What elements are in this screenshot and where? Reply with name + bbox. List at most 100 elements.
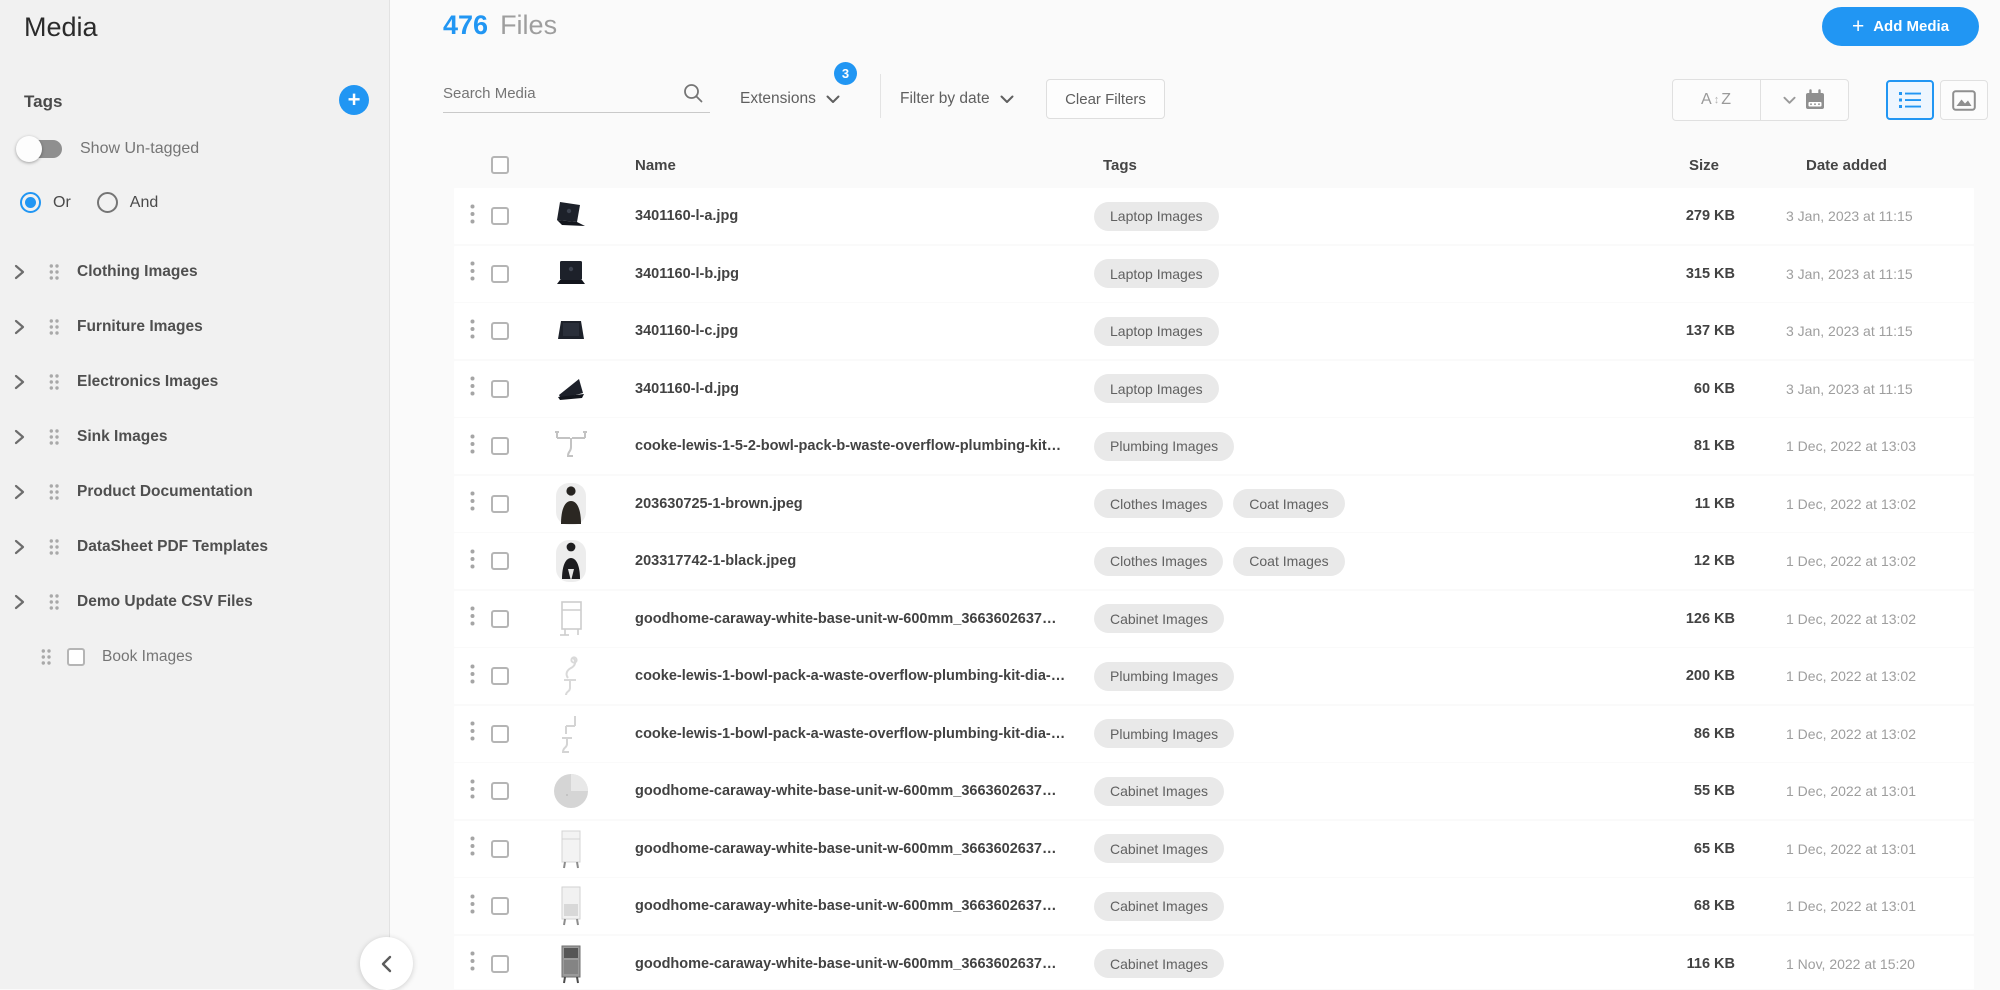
column-header-tags[interactable]: Tags [1079, 157, 1615, 174]
tag-badge[interactable]: Coat Images [1233, 489, 1345, 518]
table-row[interactable]: 3401160-l-b.jpg Laptop Images 315 KB 3 Jan,… [454, 245, 1974, 302]
sidebar-tag-item[interactable]: Demo Update CSV Files [0, 574, 390, 629]
table-row[interactable]: goodhome-caraway-white-base-unit-w-600mm… [454, 763, 1974, 819]
collapse-sidebar-button[interactable] [360, 937, 413, 990]
table-row[interactable]: 3401160-l-d.jpg Laptop Images 60 KB 3 Jan, … [454, 360, 1974, 417]
tag-badge[interactable]: Clothes Images [1094, 546, 1224, 576]
drag-handle-icon[interactable] [49, 428, 59, 446]
table-row[interactable]: 203317742-1-black.jpeg Clothes Images Coat… [454, 533, 1974, 589]
row-checkbox[interactable] [491, 724, 509, 743]
table-row[interactable]: cooke-lewis-1-bowl-pack-a-waste-overflow… [454, 648, 1974, 704]
sort-alphabetical-button[interactable]: A ↕ Z [1673, 80, 1760, 120]
row-checkbox[interactable] [491, 782, 509, 800]
chevron-right-icon[interactable] [14, 594, 28, 610]
file-name[interactable]: cooke-lewis-1-bowl-pack-a-waste-overflow… [621, 668, 1079, 684]
file-name[interactable]: 203630725-1-brown.jpeg [621, 496, 1079, 512]
tag-badge[interactable]: Plumbing Images [1094, 431, 1235, 461]
table-row[interactable]: cooke-lewis-1-5-2-bowl-pack-b-waste-over… [454, 418, 1974, 474]
row-checkbox[interactable] [491, 207, 509, 225]
row-checkbox[interactable] [491, 379, 509, 398]
show-untagged-toggle[interactable] [16, 136, 62, 162]
file-name[interactable]: goodhome-caraway-white-base-unit-w-600mm… [621, 956, 1079, 972]
file-name[interactable]: goodhome-caraway-white-base-unit-w-600mm… [621, 898, 1079, 914]
row-menu-button[interactable] [454, 606, 491, 631]
row-checkbox[interactable] [491, 322, 509, 340]
drag-handle-icon[interactable] [49, 593, 59, 611]
filter-by-date-dropdown[interactable]: Filter by date [900, 84, 1014, 114]
file-name[interactable]: goodhome-caraway-white-base-unit-w-600mm… [621, 611, 1079, 627]
add-tag-button[interactable]: + [339, 85, 369, 115]
chevron-right-icon[interactable] [14, 374, 28, 390]
sidebar-tag-item[interactable]: Sink Images [0, 409, 390, 464]
drag-handle-icon[interactable] [49, 318, 59, 336]
table-row[interactable]: 3401160-l-a.jpg Laptop Images 279 KB 3 Jan,… [454, 188, 1974, 244]
tag-badge[interactable]: Laptop Images [1094, 374, 1219, 403]
tag-badge[interactable]: Plumbing Images [1094, 719, 1235, 748]
row-checkbox[interactable] [491, 609, 509, 628]
table-row[interactable]: cooke-lewis-1-bowl-pack-a-waste-overflow… [454, 705, 1974, 762]
tag-badge[interactable]: Cabinet Images [1094, 891, 1225, 921]
row-checkbox[interactable] [491, 552, 509, 570]
table-row[interactable]: goodhome-caraway-white-base-unit-w-600mm… [454, 820, 1974, 877]
row-menu-button[interactable] [454, 721, 491, 746]
row-checkbox[interactable] [491, 839, 509, 858]
tag-badge[interactable]: Clothes Images [1094, 489, 1224, 518]
tag-badge[interactable]: Plumbing Images [1094, 661, 1235, 691]
row-menu-button[interactable] [454, 376, 491, 401]
clear-filters-button[interactable]: Clear Filters [1046, 79, 1165, 119]
tag-badge[interactable]: Cabinet Images [1094, 776, 1225, 806]
row-checkbox[interactable] [491, 897, 509, 915]
file-name[interactable]: 3401160-l-b.jpg [621, 266, 1079, 282]
row-checkbox[interactable] [491, 437, 509, 455]
row-menu-button[interactable] [454, 434, 491, 459]
tag-badge[interactable]: Coat Images [1233, 546, 1345, 576]
drag-handle-icon[interactable] [49, 538, 59, 556]
chevron-right-icon[interactable] [14, 429, 28, 445]
chevron-right-icon[interactable] [14, 264, 28, 280]
sidebar-tag-item[interactable]: Product Documentation [0, 464, 390, 519]
row-menu-button[interactable] [454, 836, 491, 861]
tag-badge[interactable]: Cabinet Images [1094, 949, 1225, 978]
row-menu-button[interactable] [454, 319, 491, 344]
column-header-date-added[interactable]: Date added [1735, 157, 1974, 174]
table-row[interactable]: 3401160-l-c.jpg Laptop Images 137 KB 3 Jan,… [454, 303, 1974, 359]
row-checkbox[interactable] [491, 494, 509, 513]
file-name[interactable]: 3401160-l-c.jpg [621, 323, 1079, 339]
column-header-name[interactable]: Name [621, 157, 1079, 174]
table-row[interactable]: goodhome-caraway-white-base-unit-w-600mm… [454, 878, 1974, 934]
tag-badge[interactable]: Laptop Images [1094, 316, 1219, 346]
search-input[interactable] [443, 77, 678, 109]
tag-checkbox[interactable] [67, 647, 85, 666]
file-name[interactable]: goodhome-caraway-white-base-unit-w-600mm… [621, 783, 1079, 799]
list-view-button[interactable] [1886, 80, 1934, 120]
row-menu-button[interactable] [454, 261, 491, 286]
tag-badge[interactable]: Cabinet Images [1094, 834, 1225, 863]
file-name[interactable]: cooke-lewis-1-bowl-pack-a-waste-overflow… [621, 726, 1079, 742]
grid-view-button[interactable] [1940, 80, 1988, 120]
file-name[interactable]: 3401160-l-d.jpg [621, 381, 1079, 397]
row-menu-button[interactable] [454, 894, 491, 919]
tag-badge[interactable]: Cabinet Images [1094, 604, 1225, 633]
row-checkbox[interactable] [491, 954, 509, 973]
and-radio[interactable] [96, 192, 118, 213]
tag-badge[interactable]: Laptop Images [1094, 259, 1219, 288]
row-menu-button[interactable] [454, 549, 491, 574]
sidebar-tag-item[interactable]: Furniture Images [0, 299, 390, 354]
row-menu-button[interactable] [454, 204, 491, 229]
tag-badge[interactable]: Laptop Images [1094, 201, 1219, 231]
or-radio[interactable] [20, 192, 41, 213]
drag-handle-icon[interactable] [49, 483, 59, 501]
sidebar-tag-item[interactable]: Clothing Images [0, 244, 390, 299]
extensions-filter-dropdown[interactable]: Extensions [740, 84, 840, 114]
file-name[interactable]: 203317742-1-black.jpeg [621, 553, 1079, 569]
sidebar-tag-child-item[interactable]: Book Images [0, 629, 390, 684]
file-name[interactable]: cooke-lewis-1-5-2-bowl-pack-b-waste-over… [621, 438, 1079, 454]
table-row[interactable]: goodhome-caraway-white-base-unit-w-600mm… [454, 590, 1974, 647]
row-checkbox[interactable] [491, 264, 509, 283]
table-row[interactable]: goodhome-caraway-white-base-unit-w-600mm… [454, 935, 1974, 989]
row-menu-button[interactable] [454, 779, 491, 804]
drag-handle-icon[interactable] [49, 263, 59, 281]
sidebar-tag-item[interactable]: Electronics Images [0, 354, 390, 409]
drag-handle-icon[interactable] [41, 648, 51, 666]
row-menu-button[interactable] [454, 491, 491, 516]
